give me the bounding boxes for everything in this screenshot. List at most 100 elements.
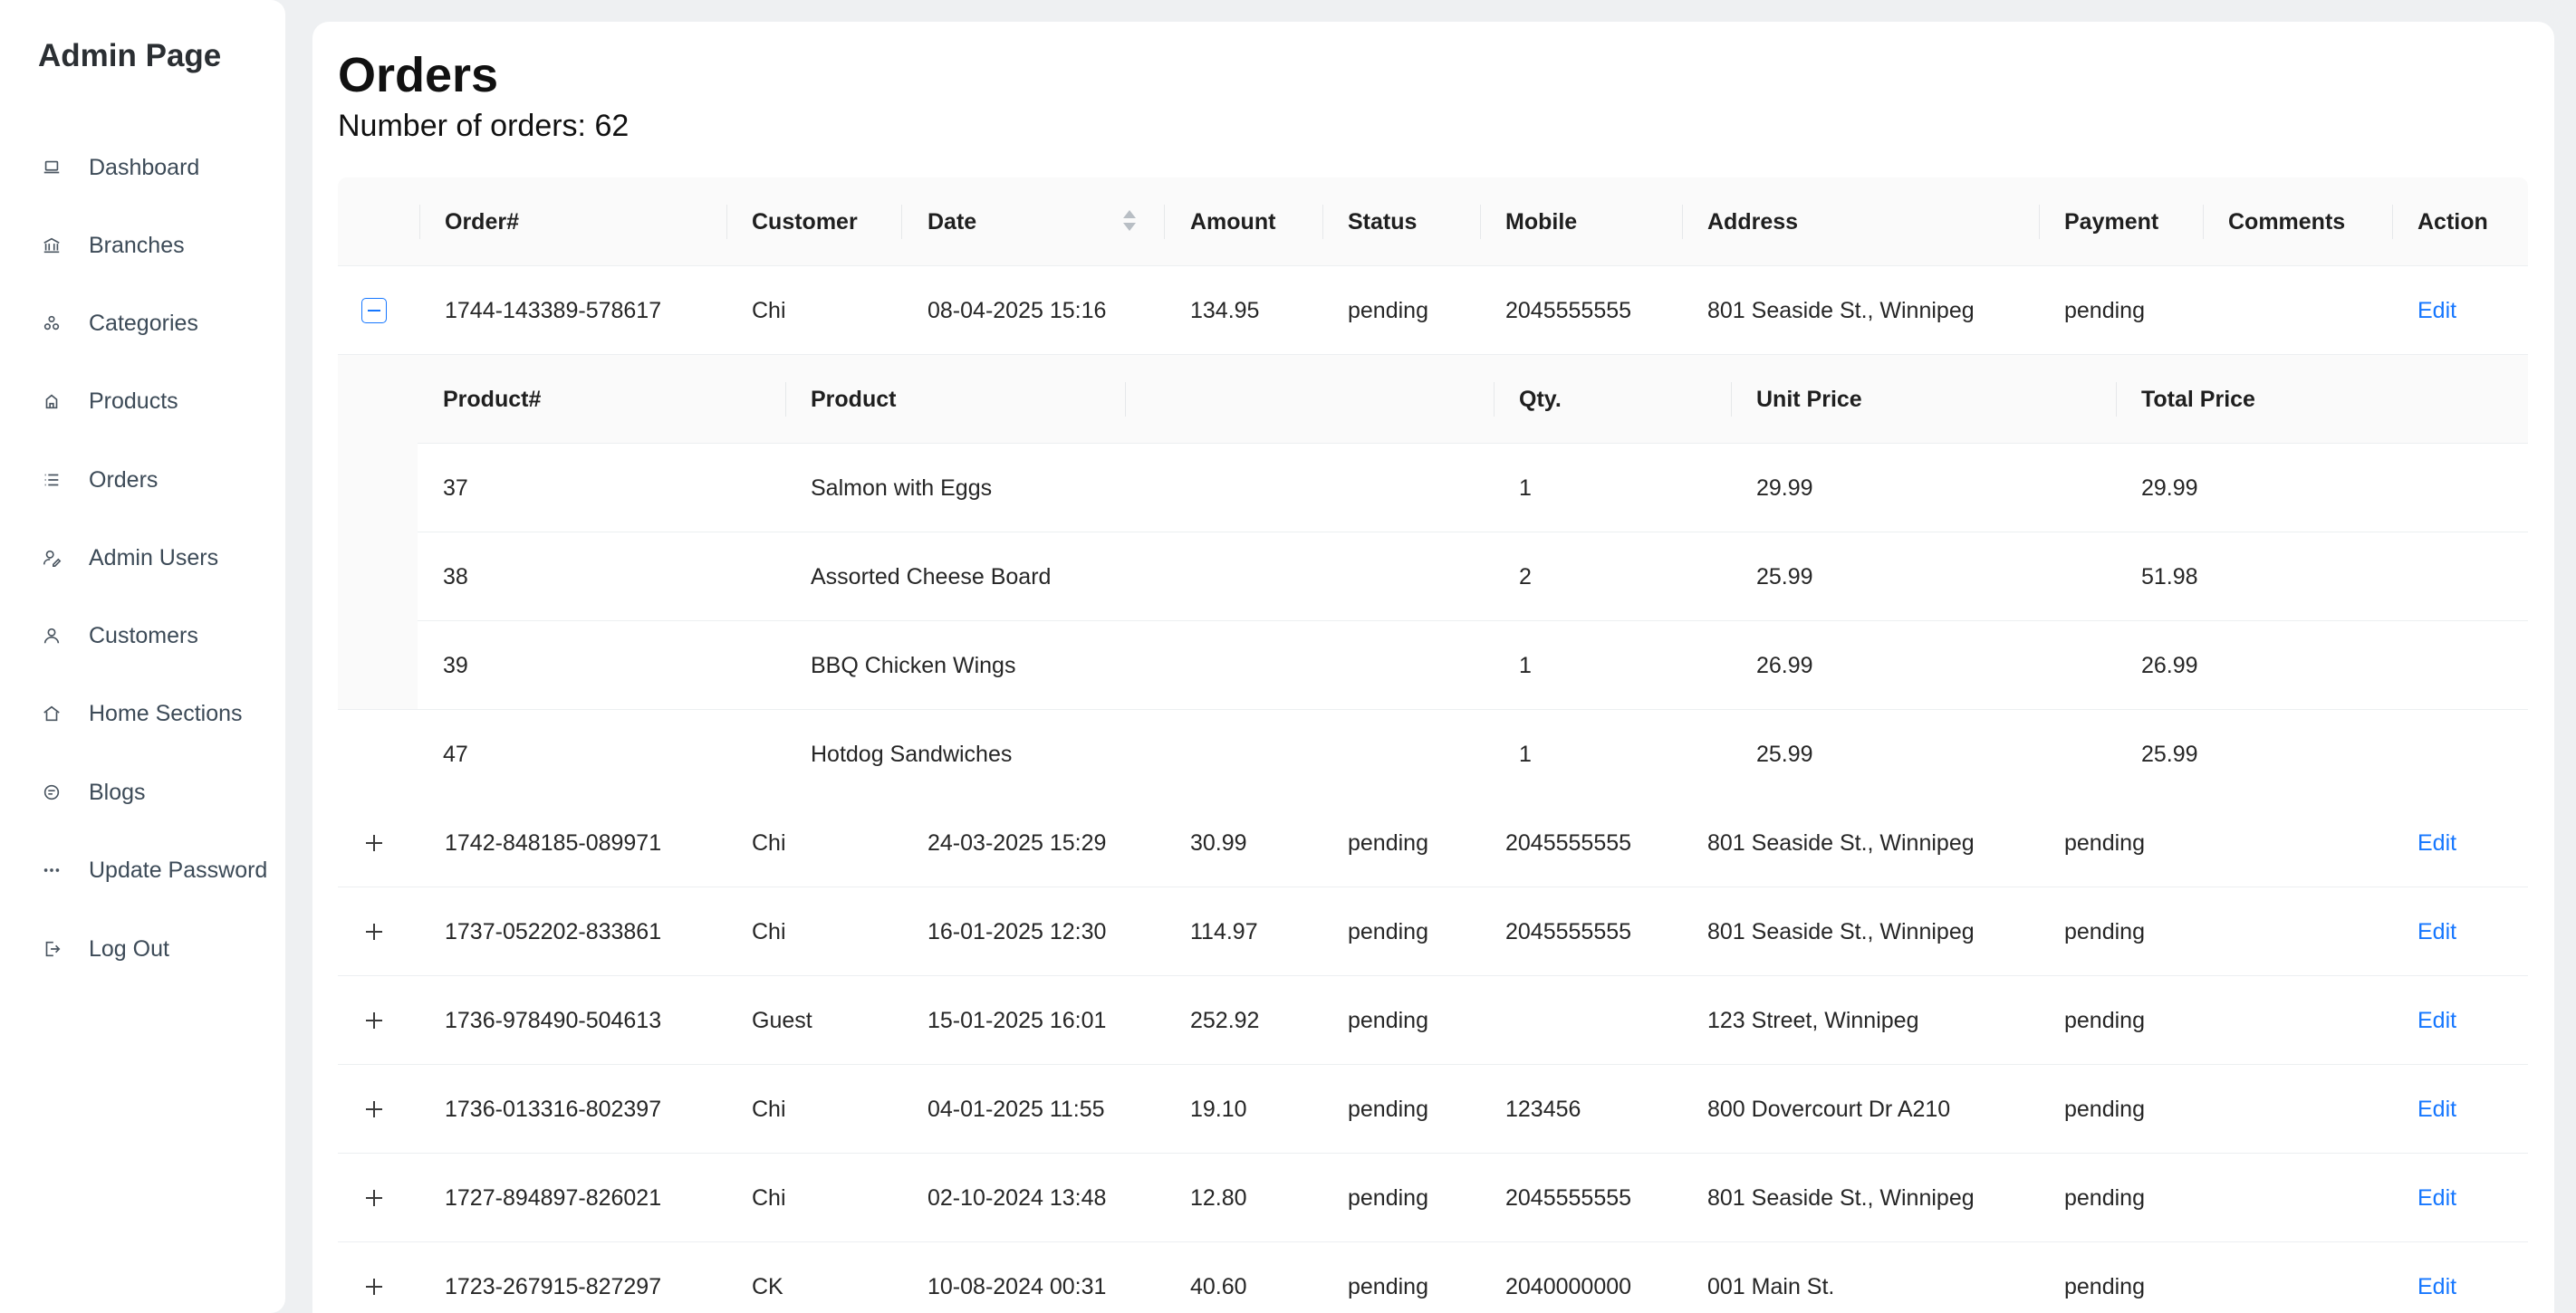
column-header-mobile: Mobile	[1505, 208, 1578, 235]
total-price: 29.99	[2141, 474, 2198, 501]
order-amount: 12.80	[1190, 1184, 1247, 1211]
edit-link[interactable]: Edit	[2417, 1154, 2456, 1242]
order-status: pending	[1348, 1007, 1428, 1033]
payment-status: pending	[2064, 829, 2145, 856]
minus-icon	[368, 310, 380, 311]
sidebar: Admin Page Dashboard Branches Categories…	[0, 0, 285, 1313]
subtable-row: 47 Hotdog Sandwiches 1 25.99 25.99	[418, 710, 2528, 799]
address: 801 Seaside St., Winnipeg	[1707, 829, 1975, 856]
expand-row-button[interactable]	[361, 1008, 387, 1033]
sidebar-item-categories[interactable]: Categories	[0, 296, 285, 350]
sidebar-item-label: Branches	[89, 232, 185, 258]
brand-title: Admin Page	[38, 38, 222, 73]
sidebar-item-products[interactable]: Products	[0, 374, 285, 428]
product-qty: 1	[1519, 741, 1532, 767]
edit-link[interactable]: Edit	[2417, 799, 2456, 887]
order-date: 02-10-2024 13:48	[928, 1184, 1107, 1211]
mobile-number: 2045555555	[1505, 829, 1632, 856]
column-header-comments: Comments	[2228, 208, 2346, 235]
user-edit-icon	[40, 546, 63, 570]
sidebar-item-branches[interactable]: Branches	[0, 218, 285, 273]
product-name: Salmon with Eggs	[811, 474, 993, 501]
product-qty: 1	[1519, 474, 1532, 501]
order-amount: 19.10	[1190, 1096, 1247, 1122]
column-header-status: Status	[1348, 208, 1418, 235]
order-number: 1736-013316-802397	[445, 1096, 662, 1122]
collapse-row-button[interactable]	[361, 298, 387, 323]
mobile-number: 2040000000	[1505, 1273, 1632, 1299]
expand-row-button[interactable]	[361, 830, 387, 856]
expand-row-button[interactable]	[361, 1274, 387, 1299]
plus-icon	[366, 1101, 382, 1117]
address: 001 Main St.	[1707, 1273, 1835, 1299]
table-row: 1737-052202-833861 Chi 16-01-2025 12:30 …	[338, 887, 2528, 976]
expand-row-button[interactable]	[361, 1185, 387, 1211]
order-number: 1727-894897-826021	[445, 1184, 662, 1211]
sidebar-item-label: Dashboard	[89, 154, 200, 180]
subtable-row: 38 Assorted Cheese Board 2 25.99 51.98	[418, 532, 2528, 621]
customer-name: Chi	[752, 1096, 786, 1122]
expand-row-button[interactable]	[361, 919, 387, 944]
order-number: 1736-978490-504613	[445, 1007, 662, 1033]
plus-icon	[366, 924, 382, 940]
sidebar-item-update-password[interactable]: Update Password	[0, 843, 285, 897]
order-status: pending	[1348, 297, 1428, 323]
edit-link[interactable]: Edit	[2417, 1242, 2456, 1313]
column-header-order: Order#	[445, 208, 519, 235]
customer-name: CK	[752, 1273, 783, 1299]
table-row: 1736-978490-504613 Guest 15-01-2025 16:0…	[338, 976, 2528, 1065]
address: 801 Seaside St., Winnipeg	[1707, 918, 1975, 944]
sidebar-item-label: Products	[89, 388, 178, 414]
sidebar-item-orders[interactable]: Orders	[0, 453, 285, 507]
unit-price: 25.99	[1756, 741, 1813, 767]
order-date: 16-01-2025 12:30	[928, 918, 1107, 944]
column-header-date[interactable]: Date	[928, 177, 976, 266]
column-header-action: Action	[2417, 208, 2488, 235]
mobile-number: 2045555555	[1505, 1184, 1632, 1211]
sidebar-item-label: Customers	[89, 622, 198, 648]
edit-link[interactable]: Edit	[2417, 976, 2456, 1065]
subtable-row: 37 Salmon with Eggs 1 29.99 29.99	[418, 444, 2528, 532]
order-number: 1744-143389-578617	[445, 297, 662, 323]
product-name: BBQ Chicken Wings	[811, 652, 1016, 678]
mobile-number: 123456	[1505, 1096, 1581, 1122]
order-items-panel: Product# Product Qty. Unit Price Total P…	[338, 355, 2528, 799]
product-qty: 1	[1519, 652, 1532, 678]
sidebar-item-admin-users[interactable]: Admin Users	[0, 531, 285, 585]
product-qty: 2	[1519, 563, 1532, 589]
order-amount: 134.95	[1190, 297, 1260, 323]
column-header-qty: Qty.	[1519, 386, 1562, 412]
order-amount: 40.60	[1190, 1273, 1247, 1299]
subtable-header: Product# Product Qty. Unit Price Total P…	[418, 355, 2528, 444]
edit-link[interactable]: Edit	[2417, 266, 2456, 355]
subtable-row: 39 BBQ Chicken Wings 1 26.99 26.99	[418, 621, 2528, 710]
sidebar-item-log-out[interactable]: Log Out	[0, 922, 285, 976]
customer-name: Chi	[752, 918, 786, 944]
sidebar-item-label: Admin Users	[89, 544, 219, 570]
product-name: Hotdog Sandwiches	[811, 741, 1013, 767]
payment-status: pending	[2064, 1184, 2145, 1211]
sort-icon[interactable]	[1122, 208, 1137, 235]
edit-link[interactable]: Edit	[2417, 887, 2456, 976]
address: 123 Street, Winnipeg	[1707, 1007, 1919, 1033]
sidebar-item-label: Update Password	[89, 857, 268, 883]
expand-row-button[interactable]	[361, 1097, 387, 1122]
page-title: Orders	[338, 48, 499, 102]
unit-price: 29.99	[1756, 474, 1813, 501]
column-header-payment: Payment	[2064, 208, 2159, 235]
table-row: 1744-143389-578617 Chi 08-04-2025 15:16 …	[338, 266, 2528, 355]
edit-link[interactable]: Edit	[2417, 1065, 2456, 1154]
payment-status: pending	[2064, 918, 2145, 944]
blog-icon	[40, 781, 63, 804]
column-header-customer: Customer	[752, 208, 858, 235]
order-amount: 30.99	[1190, 829, 1247, 856]
customer-name: Chi	[752, 829, 786, 856]
plus-icon	[366, 1279, 382, 1295]
sidebar-item-home-sections[interactable]: Home Sections	[0, 686, 285, 741]
sidebar-item-customers[interactable]: Customers	[0, 609, 285, 663]
laptop-icon	[40, 156, 63, 179]
order-number: 1737-052202-833861	[445, 918, 662, 944]
sidebar-item-blogs[interactable]: Blogs	[0, 765, 285, 819]
sidebar-item-dashboard[interactable]: Dashboard	[0, 140, 285, 195]
product-id: 37	[443, 474, 468, 501]
